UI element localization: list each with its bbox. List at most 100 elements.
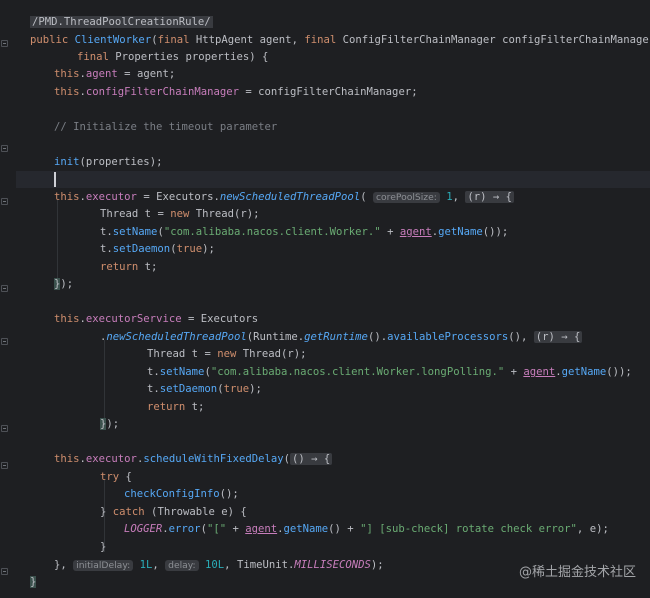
code-line[interactable]: t.setDaemon(true); <box>147 381 262 398</box>
class-executors: Executors <box>156 191 214 203</box>
fold-marker-icon[interactable] <box>1 198 8 205</box>
code-line[interactable]: this.executorService = Executors <box>54 311 258 328</box>
number-literal: 1 <box>446 191 453 203</box>
method-call: newScheduledThreadPool <box>106 331 247 343</box>
method-call: setDaemon <box>159 383 218 395</box>
text-caret <box>54 172 56 187</box>
code-line[interactable]: .newScheduledThreadPool(Runtime.getRunti… <box>100 329 583 346</box>
code-line[interactable]: return t; <box>100 259 157 276</box>
code-line[interactable]: this.agent = agent; <box>54 66 175 83</box>
string-literal: "com.alibaba.nacos.client.Worker.longPol… <box>210 366 505 378</box>
indent-guide <box>104 340 105 427</box>
code-line[interactable]: this.configFilterChainManager = configFi… <box>54 84 418 101</box>
method-call: error <box>168 523 201 535</box>
param-hint: initialDelay: <box>73 560 134 571</box>
code-line[interactable]: }); <box>100 416 119 433</box>
constructor-name: ClientWorker <box>74 34 152 46</box>
class-time-unit: TimeUnit <box>236 559 288 571</box>
constant-milliseconds: MILLISECONDS <box>294 559 371 571</box>
code-line[interactable]: } catch (Throwable e) { <box>100 504 247 521</box>
fold-marker-icon[interactable] <box>1 425 8 432</box>
code-line[interactable]: return t; <box>147 399 204 416</box>
code-line[interactable]: t.setName("com.alibaba.nacos.client.Work… <box>147 364 632 381</box>
type-throwable: Throwable <box>157 506 215 518</box>
param-type: HttpAgent <box>195 34 254 46</box>
code-line[interactable]: t.setName("com.alibaba.nacos.client.Work… <box>100 224 508 241</box>
field-agent: agent <box>85 68 118 80</box>
var-agent: agent <box>136 68 169 80</box>
param-hint: delay: <box>165 560 199 571</box>
type-thread: Thread <box>195 208 234 220</box>
code-line[interactable]: try { <box>100 469 132 486</box>
fold-marker-icon[interactable] <box>1 568 8 575</box>
editor-gutter[interactable] <box>0 0 16 598</box>
param-hint: corePoolSize: <box>372 192 440 203</box>
var-t: t <box>144 261 152 273</box>
code-line[interactable]: Thread t = new Thread(r); <box>147 346 307 363</box>
code-line[interactable]: }); <box>54 276 73 293</box>
method-call: setName <box>112 226 158 238</box>
field-agent: agent <box>245 523 278 535</box>
code-line[interactable]: Thread t = new Thread(r); <box>100 206 260 223</box>
class-executors: Executors <box>200 313 259 325</box>
method-call: setDaemon <box>112 243 171 255</box>
string-literal: "] [sub-check] rotate check error" <box>360 523 577 535</box>
type-thread: Thread <box>100 208 139 220</box>
code-line[interactable]: LOGGER.error("[" + agent.getName() + "] … <box>124 521 609 538</box>
number-literal: 10L <box>205 559 225 571</box>
param-name: configFilterChainManager <box>502 34 650 46</box>
var-t: t <box>191 348 199 360</box>
lambda-fold[interactable]: (r) → { <box>533 331 583 343</box>
var-config-filter: configFilterChainManager <box>258 86 412 98</box>
var-t: t <box>147 383 154 395</box>
param-name: agent <box>259 34 292 46</box>
field-logger: LOGGER <box>124 523 163 535</box>
field-config-filter: configFilterChainManager <box>85 86 239 98</box>
method-call: newScheduledThreadPool <box>219 191 361 203</box>
code-line[interactable]: this.executor.scheduleWithFixedDelay(() … <box>54 451 333 468</box>
keyword-true: true <box>176 243 203 255</box>
var-e: e <box>589 523 597 535</box>
param-type: ConfigFilterChainManager <box>342 34 496 46</box>
fold-marker-icon[interactable] <box>1 285 8 292</box>
indent-guide <box>57 200 58 287</box>
var-properties: properties <box>85 156 150 168</box>
code-line[interactable]: final Properties properties) { <box>77 49 268 66</box>
field-executor: executor <box>85 453 137 465</box>
code-line[interactable]: t.setDaemon(true); <box>100 241 215 258</box>
code-line[interactable]: init(properties); <box>54 154 162 171</box>
code-line[interactable]: /PMD.ThreadPoolCreationRule/ <box>30 14 213 31</box>
watermark: @稀土掘金技术社区 <box>518 565 636 580</box>
method-call: getName <box>438 226 483 238</box>
field-executor: executor <box>85 191 137 203</box>
fold-marker-icon[interactable] <box>1 40 8 47</box>
type-thread: Thread <box>147 348 186 360</box>
lambda-fold[interactable]: () → { <box>290 453 333 465</box>
code-line[interactable]: // Initialize the timeout parameter <box>54 119 277 136</box>
type-thread: Thread <box>242 348 281 360</box>
param-type: Properties <box>115 51 180 63</box>
string-literal: "[" <box>206 523 227 535</box>
code-line[interactable]: public ClientWorker(final HttpAgent agen… <box>30 32 650 49</box>
class-runtime: Runtime <box>253 331 298 343</box>
var-t: t <box>191 401 199 413</box>
field-agent: agent <box>523 366 556 378</box>
string-literal: "com.alibaba.nacos.client.Worker." <box>163 226 381 238</box>
fold-marker-icon[interactable] <box>1 338 8 345</box>
code-line[interactable]: }, initialDelay: 1L, delay: 10L, TimeUni… <box>54 557 384 574</box>
code-editor[interactable]: /PMD.ThreadPoolCreationRule/ public Clie… <box>0 0 650 598</box>
fold-marker-icon[interactable] <box>1 145 8 152</box>
var-t: t <box>147 366 154 378</box>
method-call: getRuntime <box>304 331 368 343</box>
method-call: getName <box>283 523 329 535</box>
code-line[interactable]: this.executor = Executors.newScheduledTh… <box>54 189 515 206</box>
code-line[interactable]: } <box>100 539 106 556</box>
field-executor-service: executorService <box>85 313 182 325</box>
code-line[interactable]: checkConfigInfo(); <box>124 486 239 503</box>
var-e: e <box>221 506 228 518</box>
code-line[interactable]: } <box>30 574 37 591</box>
lambda-fold[interactable]: (r) → { <box>465 191 515 203</box>
keyword-true: true <box>223 383 250 395</box>
param-name: properties <box>185 51 250 63</box>
fold-marker-icon[interactable] <box>1 462 8 469</box>
